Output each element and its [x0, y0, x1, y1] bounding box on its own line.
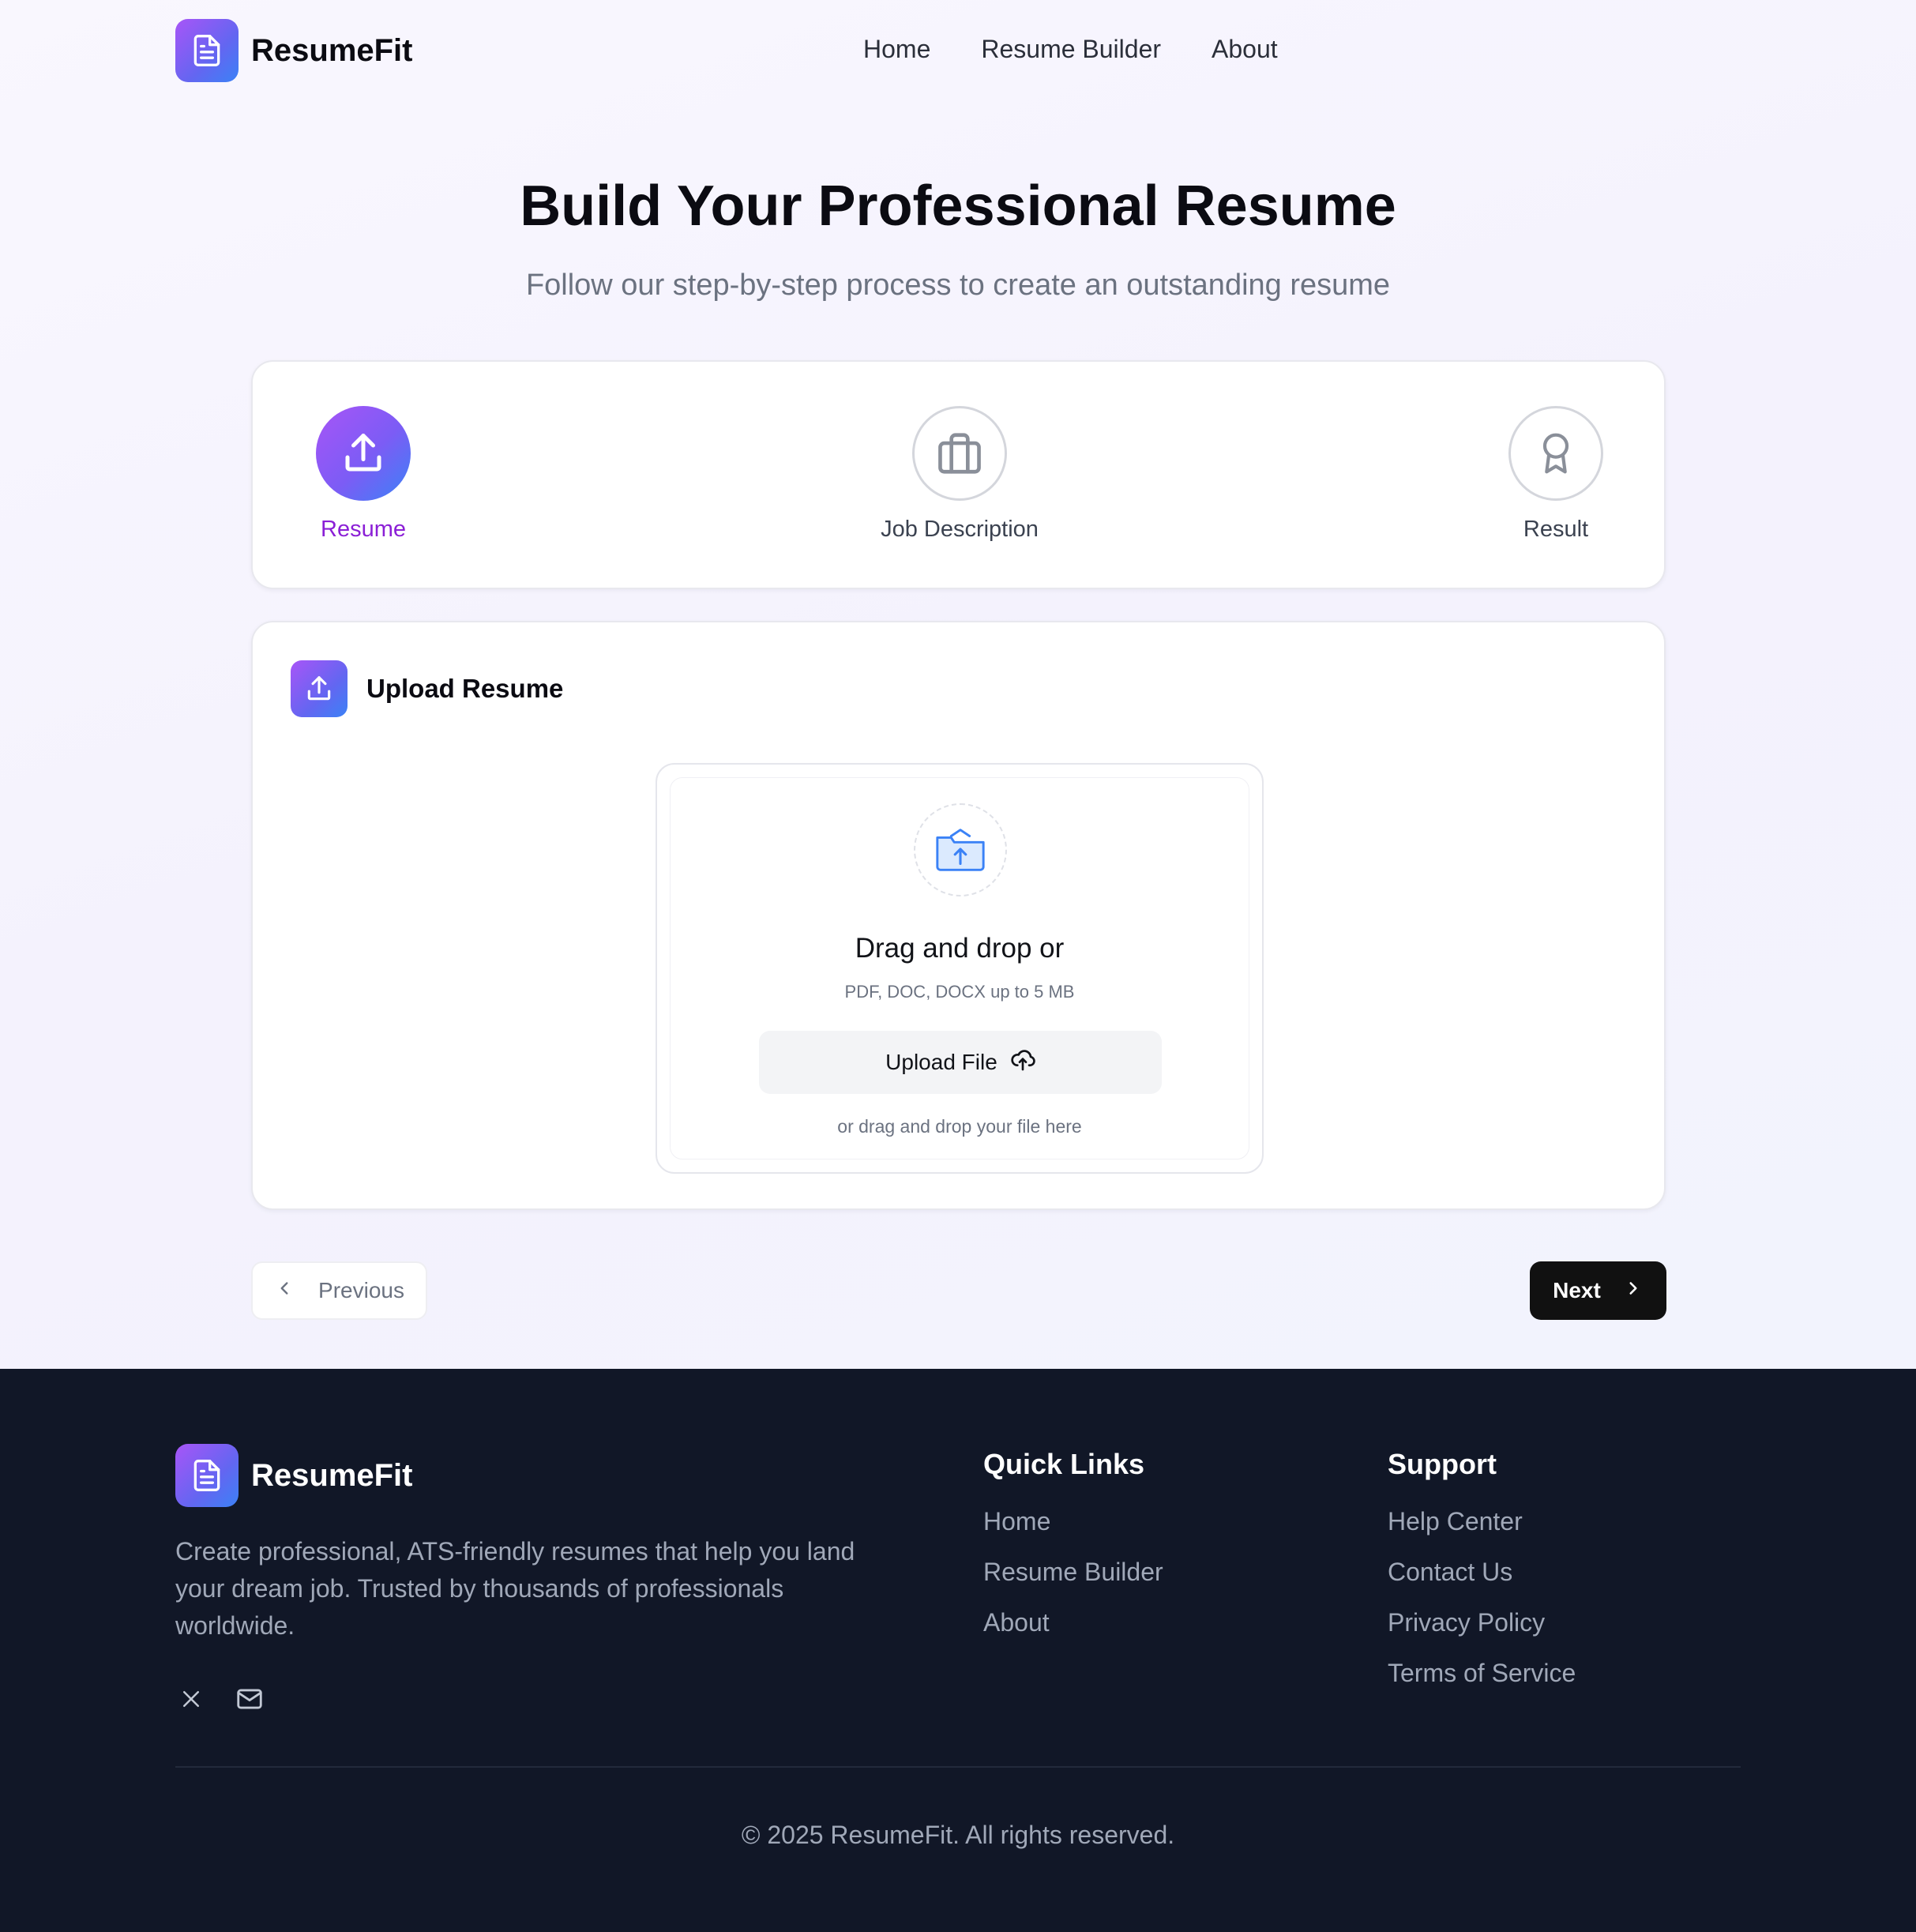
footer-link-contact-us[interactable]: Contact Us [1388, 1555, 1576, 1588]
site-header: ResumeFit Home Resume Builder About [0, 0, 1916, 104]
social-links [175, 1683, 265, 1715]
nav-about[interactable]: About [1212, 35, 1278, 64]
copyright: © 2025 ResumeFit. All rights reserved. [741, 1821, 1175, 1849]
footer-description: Create professional, ATS-friendly resume… [175, 1537, 855, 1640]
nav-resume-builder[interactable]: Resume Builder [981, 35, 1161, 64]
brand-name: ResumeFit [251, 32, 413, 68]
chevron-left-icon [274, 1278, 295, 1304]
page-title: Build Your Professional Resume [520, 175, 1396, 238]
footer-brand-name: ResumeFit [251, 1457, 413, 1493]
upload-card-title: Upload Resume [366, 674, 564, 703]
folder-upload-icon [914, 803, 1007, 896]
footer-link-resume-builder[interactable]: Resume Builder [983, 1555, 1163, 1588]
upload-icon [316, 406, 411, 501]
cloud-upload-icon [1010, 1047, 1035, 1078]
footer-brand[interactable]: ResumeFit [175, 1444, 413, 1507]
quick-links-title: Quick Links [983, 1448, 1145, 1480]
upload-card-header: Upload Resume [291, 660, 563, 717]
upload-file-label: Upload File [885, 1050, 997, 1074]
dropzone-inner: Drag and drop or PDF, DOC, DOCX up to 5 … [670, 777, 1249, 1160]
footer-link-help-center[interactable]: Help Center [1388, 1505, 1576, 1538]
step-label: Result [1523, 517, 1589, 542]
document-icon [175, 1444, 239, 1507]
briefcase-icon [912, 406, 1007, 501]
nav-home[interactable]: Home [863, 35, 930, 64]
support-title: Support [1388, 1448, 1497, 1480]
file-type-hint: PDF, DOC, DOCX up to 5 MB [844, 982, 1075, 1002]
mail-icon[interactable] [234, 1683, 265, 1715]
stepper: Resume Job Description Result [251, 360, 1666, 589]
step-label: Resume [321, 517, 406, 542]
footer-link-home[interactable]: Home [983, 1505, 1163, 1538]
previous-button[interactable]: Previous [251, 1261, 427, 1320]
upload-file-button[interactable]: Upload File [759, 1031, 1162, 1094]
dropzone[interactable]: Drag and drop or PDF, DOC, DOCX up to 5 … [656, 763, 1264, 1174]
dropzone-footnote: or drag and drop your file here [837, 1116, 1082, 1137]
footer-link-privacy-policy[interactable]: Privacy Policy [1388, 1606, 1576, 1639]
previous-label: Previous [318, 1278, 404, 1302]
next-button[interactable]: Next [1530, 1261, 1666, 1320]
brand[interactable]: ResumeFit [175, 19, 413, 82]
step-result[interactable]: Result [1437, 406, 1674, 543]
step-job-description[interactable]: Job Description [841, 406, 1078, 543]
main-nav: Home Resume Builder About [863, 35, 1278, 64]
quick-links: Quick Links Home Resume Builder About [983, 1448, 1163, 1656]
document-icon [175, 19, 239, 82]
upload-icon [291, 660, 348, 717]
step-resume[interactable]: Resume [245, 406, 482, 543]
chevron-right-icon [1623, 1278, 1644, 1304]
x-icon[interactable] [175, 1683, 207, 1715]
site-footer: ResumeFit Create professional, ATS-frien… [0, 1369, 1916, 1932]
footer-link-terms-of-service[interactable]: Terms of Service [1388, 1656, 1576, 1690]
support-links: Support Help Center Contact Us Privacy P… [1388, 1448, 1576, 1707]
next-label: Next [1553, 1278, 1601, 1302]
footer-divider [175, 1766, 1741, 1768]
dropzone-title: Drag and drop or [855, 933, 1065, 964]
upload-resume-card: Upload Resume Drag and drop or PDF, DOC,… [251, 621, 1666, 1210]
footer-link-about[interactable]: About [983, 1606, 1163, 1639]
step-label: Job Description [881, 517, 1039, 542]
page-subtitle: Follow our step-by-step process to creat… [525, 269, 1391, 302]
award-icon [1508, 406, 1603, 501]
